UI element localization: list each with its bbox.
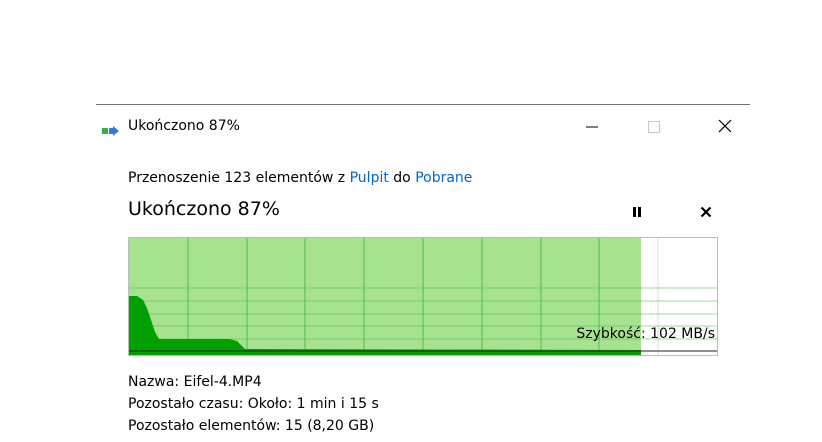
maximize-icon	[648, 118, 660, 137]
move-files-icon	[102, 122, 120, 136]
file-transfer-dialog: Ukończono 87% Przenoszenie 123 elementów…	[96, 104, 750, 442]
progress-fill	[129, 238, 641, 355]
minimize-icon	[586, 118, 598, 137]
time-remaining: Pozostało czasu: Około: 1 min i 15 s	[128, 396, 379, 412]
minimize-button[interactable]	[569, 105, 615, 149]
transfer-summary: Przenoszenie 123 elementów z Pulpit do P…	[128, 170, 472, 186]
summary-middle: do	[388, 170, 416, 186]
cancel-button[interactable]	[693, 199, 719, 225]
close-icon	[718, 118, 732, 137]
transfer-speed-graph: Szybkość: 102 MB/s	[128, 237, 718, 356]
speed-label: Szybkość: 102 MB/s	[576, 326, 715, 342]
title-bar[interactable]: Ukończono 87%	[96, 105, 750, 149]
window-title: Ukończono 87%	[128, 118, 240, 134]
pause-button[interactable]	[624, 199, 650, 225]
items-remaining: Pozostało elementów: 15 (8,20 GB)	[128, 418, 375, 434]
summary-prefix: Przenoszenie 123 elementów z	[128, 170, 350, 186]
file-name: Nazwa: Eifel-4.MP4	[128, 374, 262, 390]
close-button[interactable]	[702, 105, 748, 149]
maximize-button	[631, 105, 677, 149]
source-folder-link[interactable]: Pulpit	[350, 170, 389, 186]
transfer-details: Nazwa: Eifel-4.MP4 Pozostało czasu: Okoł…	[128, 371, 379, 437]
pause-icon	[632, 203, 642, 222]
cancel-icon	[700, 203, 712, 222]
progress-heading: Ukończono 87%	[128, 198, 280, 220]
destination-folder-link[interactable]: Pobrane	[415, 170, 472, 186]
